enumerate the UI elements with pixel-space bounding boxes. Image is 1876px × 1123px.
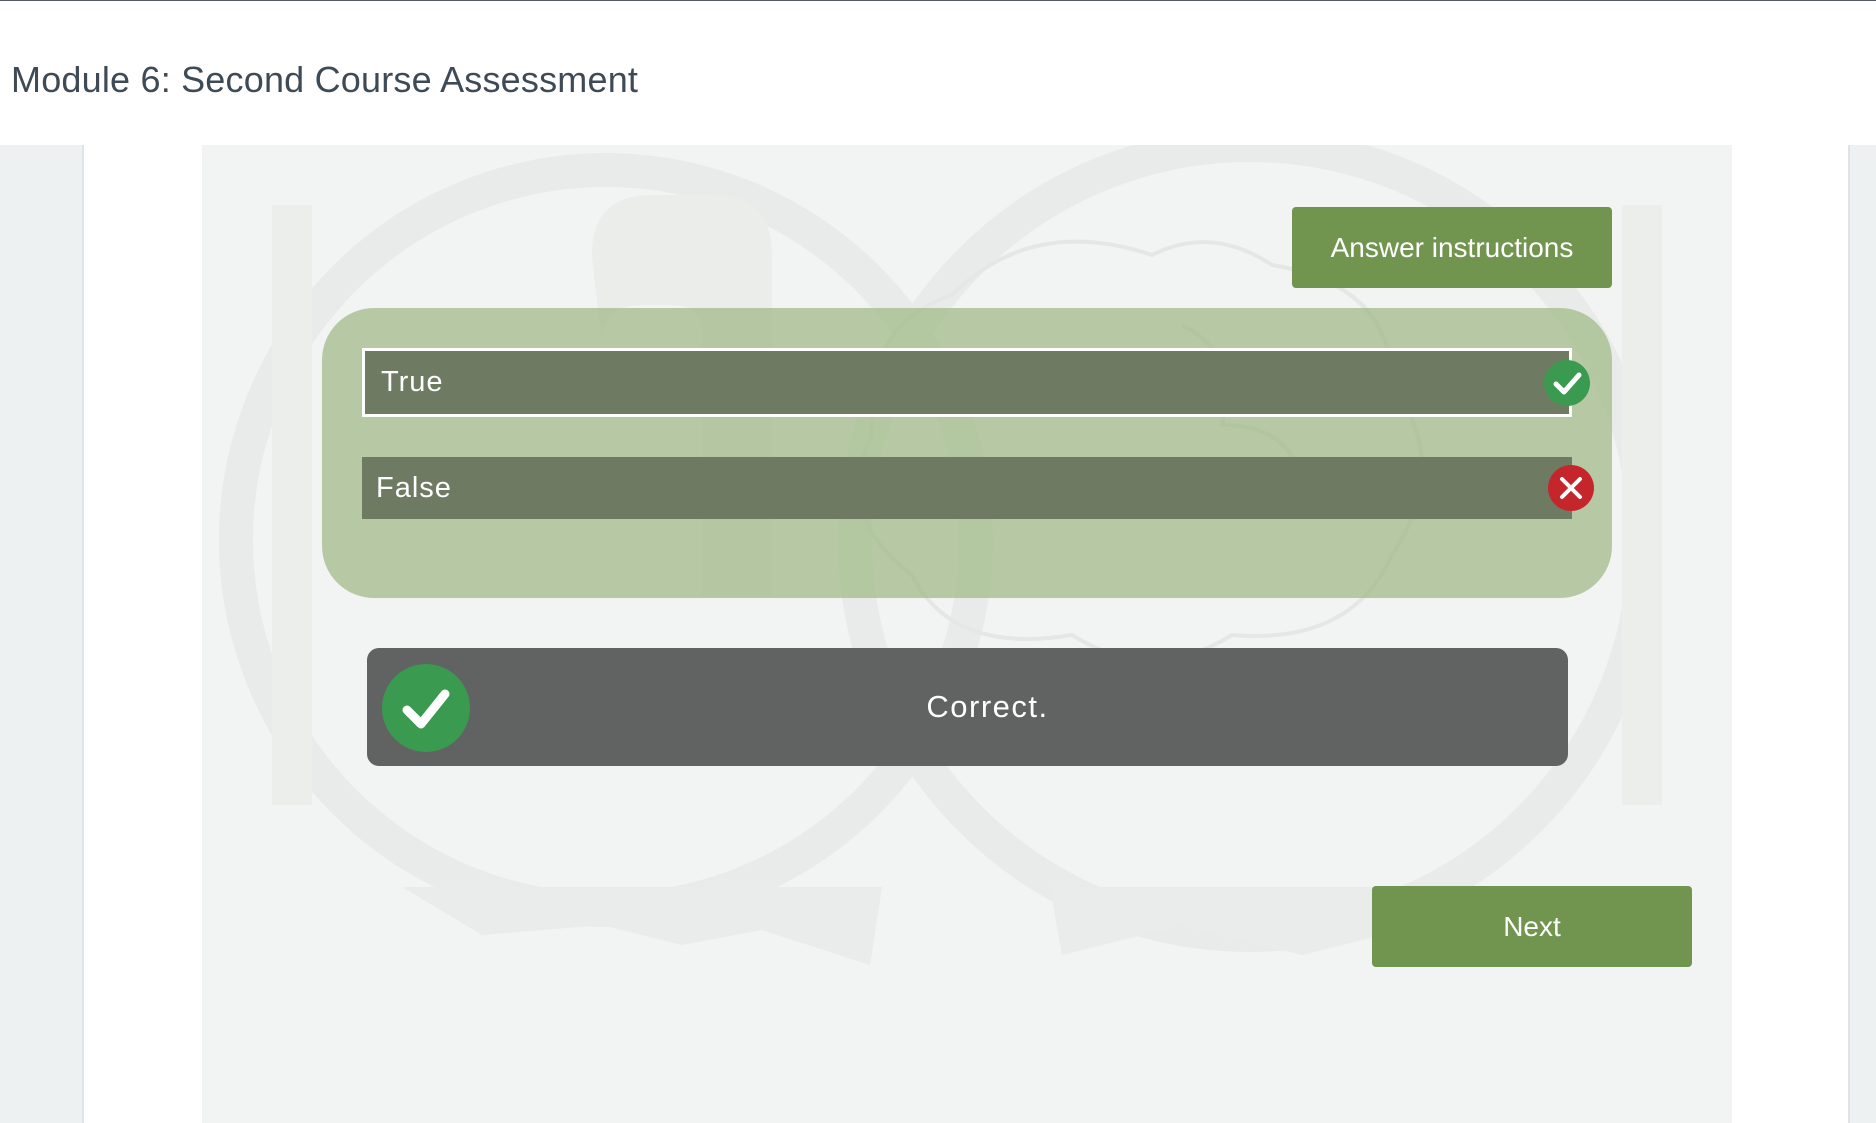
next-button-label: Next [1503, 910, 1561, 942]
quiz-stage [202, 145, 1732, 1123]
answer-option-label: True [381, 366, 444, 398]
watermark-illustration [219, 145, 1662, 965]
next-button[interactable]: Next [1372, 886, 1692, 967]
page-title: Module 6: Second Course Assessment [11, 59, 639, 100]
feedback-text: Correct. [926, 689, 1049, 724]
answer-option-false[interactable]: False [362, 457, 1572, 519]
answer-instructions-label: Answer instructions [1330, 231, 1574, 263]
answer-instructions-button[interactable]: Answer instructions [1292, 207, 1612, 288]
check-circle-icon [1544, 360, 1590, 406]
feedback-banner: Correct. [367, 648, 1568, 766]
page-header: Module 6: Second Course Assessment [0, 1, 1876, 145]
x-circle-icon [1548, 465, 1594, 511]
answer-option-label: False [376, 471, 452, 504]
answer-option-true[interactable]: True [362, 348, 1572, 417]
